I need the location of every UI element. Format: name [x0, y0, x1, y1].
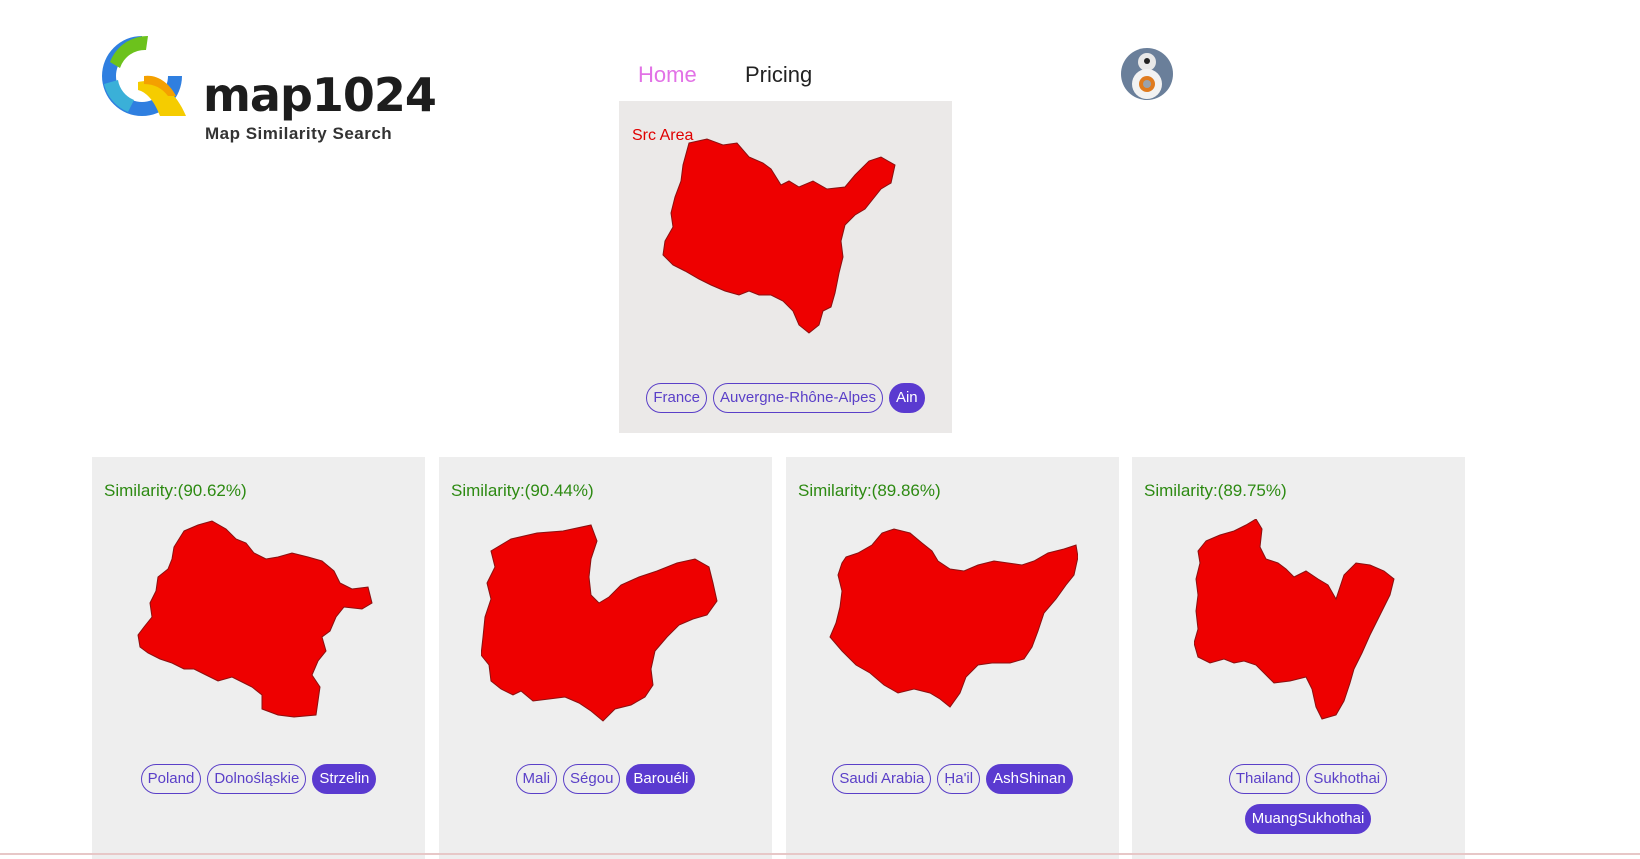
nav-pricing-link[interactable]: Pricing [745, 62, 812, 88]
tag-region[interactable]: Dolnośląskie [207, 764, 307, 794]
result-card: Similarity:(90.44%) Mali Ségou Barouéli [439, 457, 772, 859]
result-tags: Thailand Sukhothai MuangSukhothai [1208, 764, 1408, 834]
user-avatar[interactable] [1121, 48, 1173, 100]
result-tags: Saudi Arabia Ḥa'il AshShinan [786, 764, 1119, 794]
tag-area[interactable]: Ain [888, 383, 925, 413]
result-card: Similarity:(90.62%) Poland Dolnośląskie … [92, 457, 425, 859]
tag-region[interactable]: Auvergne-Rhône-Alpes [713, 383, 883, 413]
similarity-score: Similarity:(90.44%) [451, 481, 594, 500]
result-card: Similarity:(89.75%) Thailand Sukhothai M… [1132, 457, 1465, 859]
tag-country[interactable]: Poland [140, 764, 202, 794]
tag-area[interactable]: MuangSukhothai [1244, 804, 1372, 834]
brand-logo[interactable]: map1024 Map Similarity Search [96, 30, 437, 143]
similarity-score: Similarity:(89.86%) [798, 481, 941, 500]
tag-region[interactable]: Ségou [563, 764, 621, 794]
page-bottom-divider [0, 853, 1640, 855]
tag-area[interactable]: Barouéli [626, 764, 696, 794]
result-card: Similarity:(89.86%) Saudi Arabia Ḥa'il A… [786, 457, 1119, 859]
tag-country[interactable]: Thailand [1228, 764, 1301, 794]
nav-home-link[interactable]: Home [638, 62, 697, 88]
similarity-score: Similarity:(89.75%) [1144, 481, 1287, 500]
source-area-card: Src Area France Auvergne-Rhône-Alpes Ain [619, 101, 952, 433]
tag-region[interactable]: Ḥa'il [937, 764, 981, 794]
tag-country[interactable]: Mali [515, 764, 558, 794]
tag-region[interactable]: Sukhothai [1306, 764, 1388, 794]
result-area-shape [481, 524, 718, 722]
result-area-shape [829, 528, 1078, 708]
result-area-shape [137, 520, 373, 718]
tag-country[interactable]: France [646, 383, 708, 413]
similarity-score: Similarity:(90.62%) [104, 481, 247, 500]
source-area-shape [662, 138, 896, 334]
tag-country[interactable]: Saudi Arabia [832, 764, 932, 794]
tag-area[interactable]: AshShinan [986, 764, 1073, 794]
tag-area[interactable]: Strzelin [312, 764, 377, 794]
source-area-tags: France Auvergne-Rhône-Alpes Ain [619, 383, 952, 413]
result-tags: Mali Ségou Barouéli [439, 764, 772, 794]
result-tags: Poland Dolnośląskie Strzelin [92, 764, 425, 794]
avatar-icon [1121, 48, 1173, 100]
result-area-shape [1194, 519, 1395, 720]
brand-name: map1024 [203, 68, 437, 122]
logo-icon [102, 35, 186, 116]
brand-tagline: Map Similarity Search [205, 124, 393, 143]
